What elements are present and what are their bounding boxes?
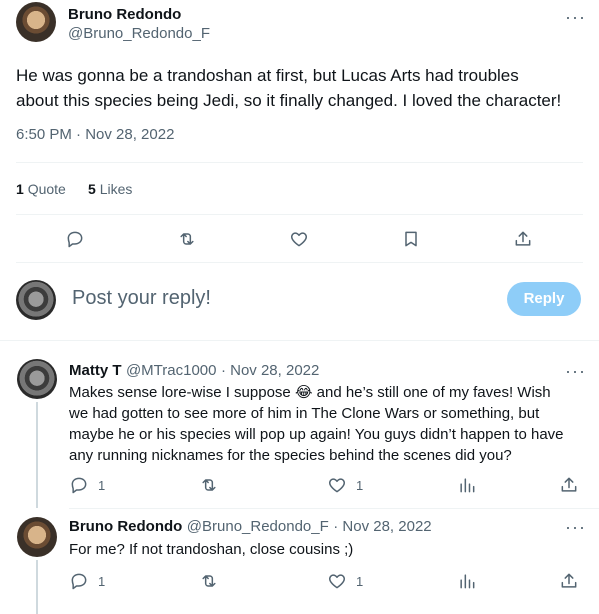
main-tweet-author-handle[interactable]: @Bruno_Redondo_F bbox=[68, 25, 210, 42]
like-count: 1 bbox=[356, 478, 364, 493]
reply-more-icon[interactable]: ··· bbox=[565, 362, 586, 380]
main-tweet-timestamp[interactable]: 6:50 PM · Nov 28, 2022 bbox=[16, 126, 174, 143]
main-tweet-avatar[interactable] bbox=[16, 2, 56, 42]
reply-text-line-2: we had gotten to see more of him in The … bbox=[69, 405, 540, 422]
reply-author-handle[interactable]: @Bruno_Redondo_F bbox=[187, 518, 329, 535]
repost-icon[interactable] bbox=[199, 475, 219, 495]
share-icon[interactable] bbox=[559, 475, 579, 495]
reply-text-line-1: Makes sense lore-wise I suppose 😂 and he… bbox=[69, 384, 551, 401]
main-tweet-text-line-1: He was gonna be a trandoshan at first, b… bbox=[16, 66, 519, 85]
reply-header: Bruno Redondo @Bruno_Redondo_F · Nov 28,… bbox=[69, 518, 432, 536]
reply-text-line-3: maybe he or his species will pop up agai… bbox=[69, 426, 564, 443]
reply-author-name[interactable]: Matty T bbox=[69, 362, 122, 379]
quotes-label: Quote bbox=[27, 181, 66, 197]
reply-button[interactable]: Reply bbox=[507, 282, 581, 316]
like-count: 1 bbox=[356, 574, 364, 589]
thread-line bbox=[36, 560, 38, 614]
quotes-count: 1 bbox=[16, 181, 24, 197]
likes-label: Likes bbox=[99, 181, 133, 197]
views-icon[interactable] bbox=[457, 571, 477, 591]
divider bbox=[16, 162, 583, 163]
reply-text-line-1: For me? If not trandoshan, close cousins… bbox=[69, 541, 354, 558]
views-icon[interactable] bbox=[457, 475, 477, 495]
main-tweet-more-icon[interactable]: ··· bbox=[565, 8, 586, 26]
like-icon[interactable] bbox=[327, 571, 347, 591]
reply-author-handle[interactable]: @MTrac1000 bbox=[126, 362, 217, 379]
repost-icon[interactable] bbox=[177, 229, 197, 249]
like-icon[interactable] bbox=[289, 229, 309, 249]
composer-avatar[interactable] bbox=[16, 280, 56, 320]
reply-icon[interactable] bbox=[69, 571, 89, 591]
reply-count: 1 bbox=[98, 574, 106, 589]
divider bbox=[69, 508, 599, 509]
reply-text-line-4: any running nicknames for the species be… bbox=[69, 447, 512, 464]
divider bbox=[0, 340, 599, 341]
thread-line bbox=[36, 402, 38, 508]
reply-avatar[interactable] bbox=[17, 359, 57, 399]
reply-composer-input[interactable]: Post your reply! bbox=[72, 287, 211, 310]
main-tweet-author-name[interactable]: Bruno Redondo bbox=[68, 6, 181, 23]
reply-date[interactable]: · Nov 28, 2022 bbox=[221, 362, 319, 379]
likes-count: 5 bbox=[88, 181, 96, 197]
share-icon[interactable] bbox=[559, 571, 579, 591]
bookmark-icon[interactable] bbox=[401, 229, 421, 249]
reply-date[interactable]: · Nov 28, 2022 bbox=[333, 518, 431, 535]
likes-stat[interactable]: 5 Likes bbox=[88, 181, 132, 197]
reply-count: 1 bbox=[98, 478, 106, 493]
quotes-stat[interactable]: 1 Quote bbox=[16, 181, 66, 197]
divider bbox=[16, 214, 583, 215]
main-tweet-text-line-2: about this species being Jedi, so it fin… bbox=[16, 91, 562, 110]
reply-more-icon[interactable]: ··· bbox=[565, 518, 586, 536]
share-icon[interactable] bbox=[513, 229, 533, 249]
reply-author-name[interactable]: Bruno Redondo bbox=[69, 518, 182, 535]
repost-icon[interactable] bbox=[199, 571, 219, 591]
reply-icon[interactable] bbox=[69, 475, 89, 495]
reply-icon[interactable] bbox=[65, 229, 85, 249]
like-icon[interactable] bbox=[327, 475, 347, 495]
reply-header: Matty T @MTrac1000 · Nov 28, 2022 bbox=[69, 362, 319, 380]
reply-avatar[interactable] bbox=[17, 517, 57, 557]
divider bbox=[16, 262, 583, 263]
